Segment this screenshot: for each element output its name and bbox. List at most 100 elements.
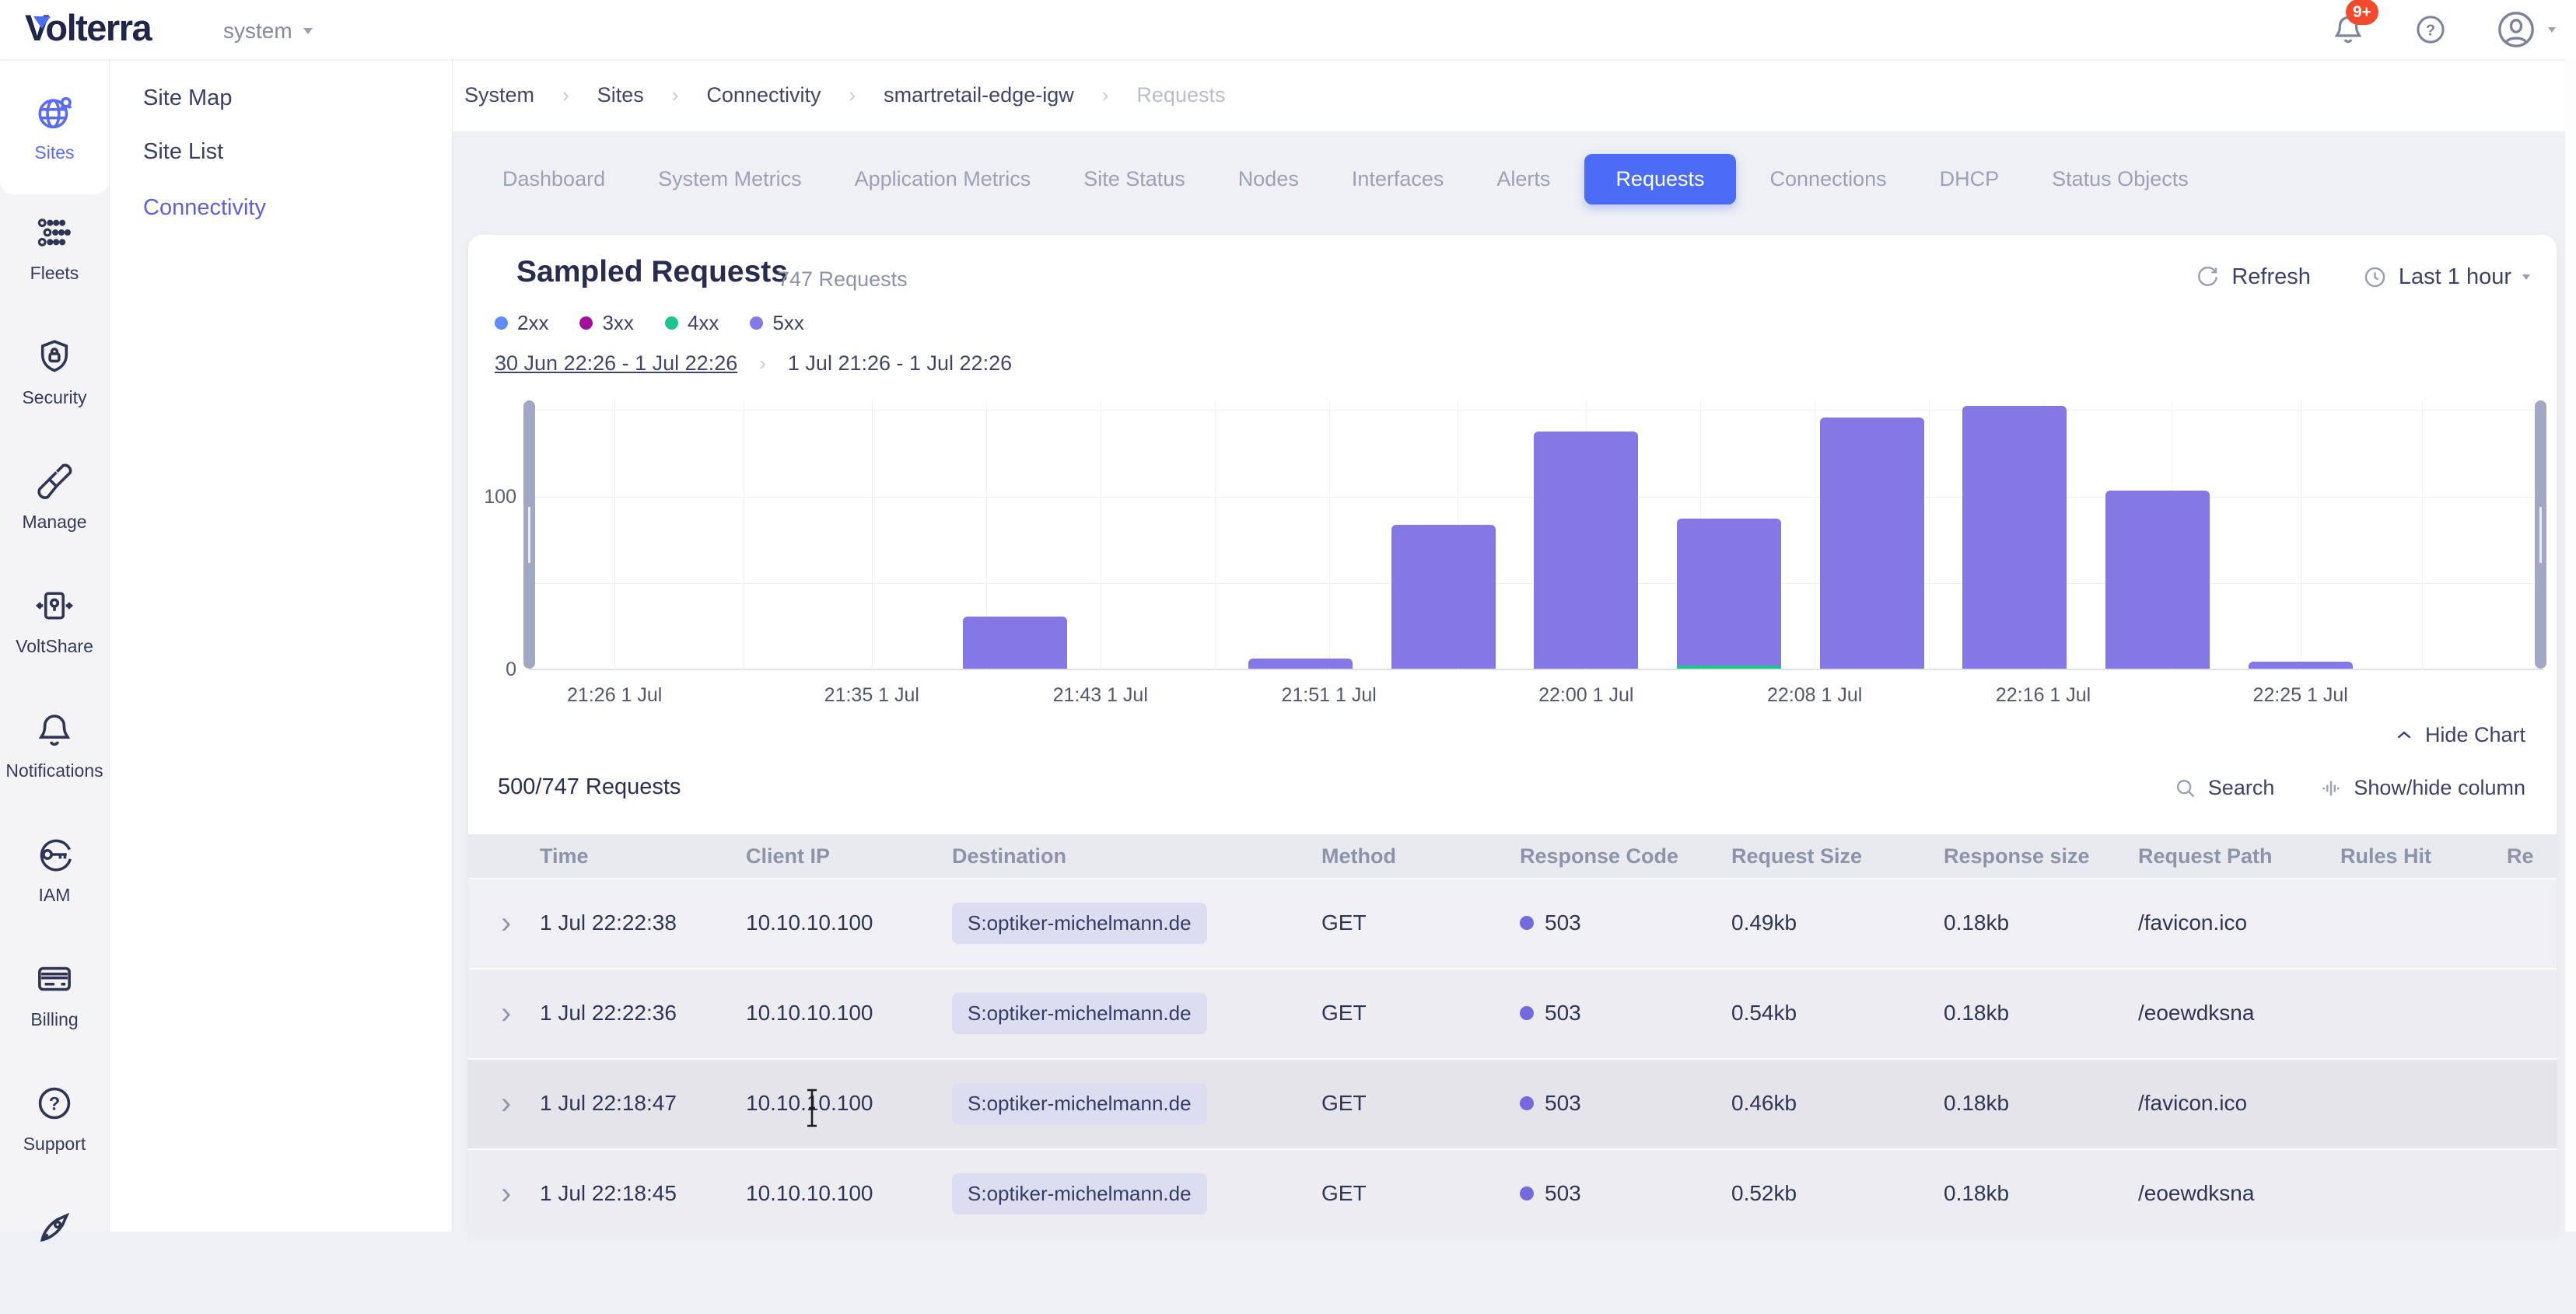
legend-dot-5xx <box>750 316 763 330</box>
sidebar-item-voltshare[interactable]: VoltShare <box>0 568 109 692</box>
tab-requests[interactable]: Requests <box>1584 154 1735 204</box>
sidebar-item-notifications[interactable]: Notifications <box>0 692 109 816</box>
volterra-logo[interactable]: Volterra <box>25 6 151 49</box>
column-header-request-path[interactable]: Request Path <box>2138 844 2340 868</box>
help-button[interactable]: ? <box>2413 12 2448 47</box>
tab-status-objects[interactable]: Status Objects <box>2033 156 2207 202</box>
workspace-label: system <box>223 19 292 44</box>
submenu-item-connectivity[interactable]: Connectivity <box>143 195 266 221</box>
legend-item-3xx[interactable]: 3xx <box>579 311 633 335</box>
clock-icon <box>2362 264 2388 290</box>
x-axis-tick: 21:43 1 Jul <box>1007 684 1194 707</box>
destination-badge[interactable]: S:optiker-michelmann.de <box>952 993 1207 1034</box>
sidebar-item-manage[interactable]: Manage <box>0 443 109 568</box>
destination-badge[interactable]: S:optiker-michelmann.de <box>952 1173 1207 1214</box>
tab-alerts[interactable]: Alerts <box>1478 156 1569 202</box>
tab-site-status[interactable]: Site Status <box>1065 156 1204 202</box>
breadcrumb: System›Sites›Connectivity›smartretail-ed… <box>452 59 2576 131</box>
topbar: Volterra system 9+ ? <box>0 0 2576 59</box>
legend-item-4xx[interactable]: 4xx <box>665 311 719 335</box>
chart-range-handle-left[interactable] <box>523 400 535 669</box>
submenu-item-site-list[interactable]: Site List <box>143 139 223 165</box>
search-label: Search <box>2208 776 2275 800</box>
refresh-button[interactable]: Refresh <box>2195 264 2311 290</box>
notifications-bell-button[interactable]: 9+ <box>2330 12 2366 47</box>
sidebar-item-label: Fleets <box>30 263 79 284</box>
sidebar-item-billing[interactable]: Billing <box>0 941 109 1065</box>
row-expander-chevron-icon[interactable]: › <box>496 1088 540 1119</box>
tab-connections[interactable]: Connections <box>1752 156 1906 202</box>
bar-segment-5xx <box>2249 662 2353 669</box>
cell-response-code: 503 <box>1520 1001 1731 1026</box>
tab-nodes[interactable]: Nodes <box>1220 156 1318 202</box>
destination-badge[interactable]: S:optiker-michelmann.de <box>952 903 1207 944</box>
panel-actions: Refresh Last 1 hour <box>2195 264 2530 290</box>
show-hide-column-button[interactable]: Show/hide column <box>2319 776 2525 800</box>
chart-range-handle-right[interactable] <box>2535 400 2546 669</box>
cell-request-path: /favicon.ico <box>2138 910 2340 935</box>
chevron-right-icon: › <box>672 83 679 107</box>
row-expander-chevron-icon[interactable]: › <box>496 998 540 1029</box>
billing-card-icon <box>33 958 75 1000</box>
chevron-down-icon <box>2522 274 2530 280</box>
column-header-rules-hit[interactable]: Rules Hit <box>2340 844 2507 868</box>
column-header-time[interactable]: Time <box>540 844 746 868</box>
sidebar-item-label: Billing <box>30 1009 78 1030</box>
breadcrumb-item-sites[interactable]: Sites <box>597 83 644 107</box>
cell-method: GET <box>1321 1091 1520 1116</box>
page-scrollbar[interactable] <box>2565 59 2576 1232</box>
legend-label: 5xx <box>772 311 803 335</box>
column-header-re[interactable]: Re <box>2507 844 2557 868</box>
tab-interfaces[interactable]: Interfaces <box>1333 156 1463 202</box>
column-header-destination[interactable]: Destination <box>952 844 1321 868</box>
search-button[interactable]: Search <box>2174 776 2275 800</box>
breadcrumb-item-smartretail-edge-igw[interactable]: smartretail-edge-igw <box>884 83 1074 107</box>
notifications-bell-icon <box>33 709 75 751</box>
column-header-response-size[interactable]: Response size <box>1944 844 2138 868</box>
sidebar-item-rocket-icon[interactable] <box>0 1190 109 1314</box>
sidebar-item-label: VoltShare <box>16 636 93 657</box>
show-hide-column-label: Show/hide column <box>2354 776 2525 800</box>
primary-nav-rail: Sites Fleets SecurityManage VoltShare Notifi… <box>0 59 110 1232</box>
table-row[interactable]: ›1 Jul 22:18:4510.10.10.100S:optiker-mic… <box>468 1148 2557 1239</box>
bar-segment-5xx <box>2105 491 2210 669</box>
user-menu[interactable] <box>2495 9 2556 51</box>
tab-system-metrics[interactable]: System Metrics <box>639 156 821 202</box>
sidebar-item-sites[interactable]: Sites <box>0 59 109 194</box>
table-row[interactable]: ›1 Jul 22:22:3610.10.10.100S:optiker-mic… <box>468 968 2557 1058</box>
legend-item-5xx[interactable]: 5xx <box>750 311 803 335</box>
submenu-item-site-map[interactable]: Site Map <box>143 86 232 111</box>
legend-item-2xx[interactable]: 2xx <box>495 311 548 335</box>
y-axis-tick: 0 <box>446 659 516 681</box>
row-expander-chevron-icon[interactable]: › <box>496 1178 540 1209</box>
x-axis-tick: 22:08 1 Jul <box>1721 684 1908 707</box>
cell-response-size: 0.18kb <box>1944 910 2138 935</box>
response-code-value: 503 <box>1545 1181 1581 1206</box>
breadcrumb-item-system[interactable]: System <box>464 83 534 107</box>
time-range-selector[interactable]: Last 1 hour <box>2362 264 2530 290</box>
column-header-request-size[interactable]: Request Size <box>1731 844 1944 868</box>
column-header-method[interactable]: Method <box>1321 844 1520 868</box>
destination-badge[interactable]: S:optiker-michelmann.de <box>952 1083 1207 1124</box>
sidebar-item-security[interactable]: Security <box>0 319 109 443</box>
column-header-response-code[interactable]: Response Code <box>1520 844 1731 868</box>
table-row[interactable]: ›1 Jul 22:18:4710.10.10.100S:optiker-mic… <box>468 1058 2557 1148</box>
row-expander-chevron-icon[interactable]: › <box>496 907 540 938</box>
column-header-client-ip[interactable]: Client IP <box>746 844 952 868</box>
hide-chart-button[interactable]: Hide Chart <box>2394 723 2525 747</box>
sidebar-item-fleets[interactable]: Fleets <box>0 194 109 319</box>
tab-dhcp[interactable]: DHCP <box>1921 156 2018 202</box>
tab-dashboard[interactable]: Dashboard <box>484 156 624 202</box>
previous-range-link[interactable]: 30 Jun 22:26 - 1 Jul 22:26 <box>495 351 737 376</box>
table-row[interactable]: ›1 Jul 22:22:3810.10.10.100S:optiker-mic… <box>468 878 2557 968</box>
cell-destination: S:optiker-michelmann.de <box>952 903 1321 944</box>
breadcrumb-item-connectivity[interactable]: Connectivity <box>706 83 821 107</box>
cell-request-size: 0.49kb <box>1731 910 1944 935</box>
sidebar-item-support[interactable]: ?Support <box>0 1065 109 1190</box>
tab-application-metrics[interactable]: Application Metrics <box>836 156 1050 202</box>
legend-label: 3xx <box>602 311 633 335</box>
sidebar-item-iam[interactable]: IAM <box>0 816 109 941</box>
chart-bar-22-25 <box>2249 662 2353 669</box>
workspace-selector[interactable]: system <box>223 19 313 44</box>
cell-time: 1 Jul 22:22:36 <box>540 1001 746 1026</box>
